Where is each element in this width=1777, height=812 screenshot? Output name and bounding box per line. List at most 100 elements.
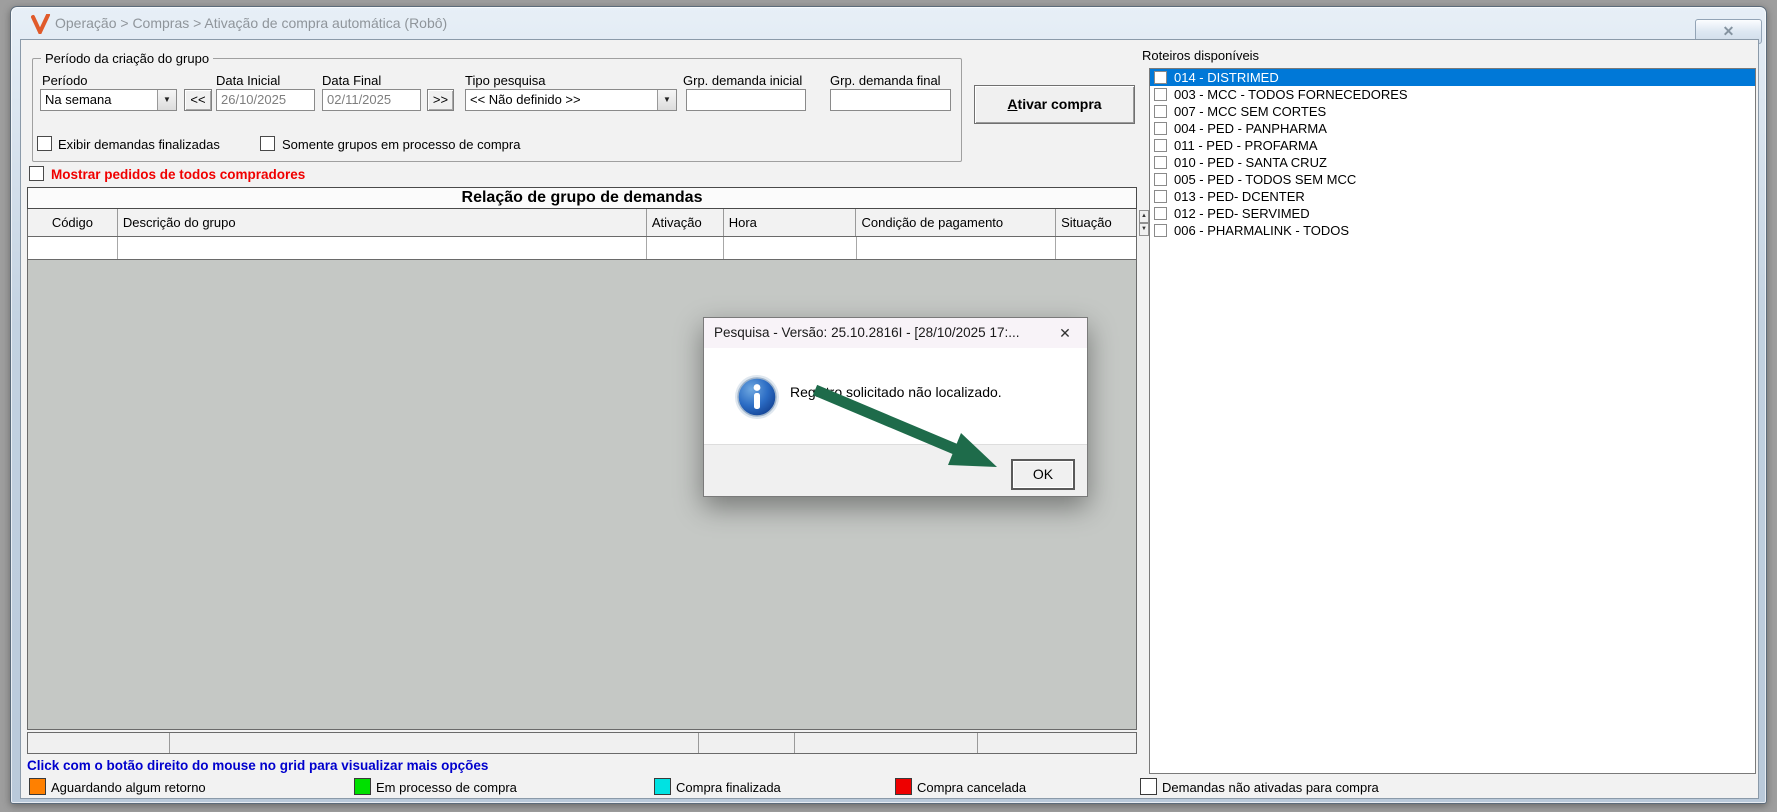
roteiro-item-label: 011 - PED - PROFARMA (1174, 138, 1318, 153)
legend-swatch-orange (29, 778, 46, 795)
close-icon: ✕ (1059, 325, 1071, 341)
roteiro-checkbox[interactable] (1154, 139, 1167, 152)
tipo-pesquisa-value: << Não definido >> (470, 92, 581, 107)
roteiro-item[interactable]: 012 - PED- SERVIMED (1150, 205, 1755, 222)
grid-cell (28, 237, 118, 259)
mostrar-pedidos-checkbox[interactable] (29, 166, 44, 181)
ativar-compra-button[interactable]: Ativar compra (974, 85, 1135, 124)
periodo-value: Na semana (45, 92, 112, 107)
grid-cell (724, 237, 857, 259)
somente-grupos-label: Somente grupos em processo de compra (282, 137, 521, 152)
desktop-background: Operação > Compras > Ativação de compra … (0, 0, 1777, 812)
grid-footer-cell (170, 733, 699, 753)
exibir-demandas-label: Exibir demandas finalizadas (58, 137, 220, 152)
ativar-compra-mnemonic: A (1007, 96, 1018, 112)
roteiro-item[interactable]: 005 - PED - TODOS SEM MCC (1150, 171, 1755, 188)
legend-swatch-cyan (654, 778, 671, 795)
grid-footer-row (27, 732, 1137, 754)
data-final-label: Data Final (322, 73, 382, 88)
roteiro-item[interactable]: 011 - PED - PROFARMA (1150, 137, 1755, 154)
legend-label: Compra finalizada (676, 780, 781, 795)
periodo-label: Período (42, 73, 88, 88)
roteiro-item-label: 005 - PED - TODOS SEM MCC (1174, 172, 1357, 187)
grp-demanda-inicial-field[interactable] (686, 89, 806, 111)
dialog-close-button[interactable]: ✕ (1050, 322, 1080, 344)
roteiro-checkbox[interactable] (1154, 156, 1167, 169)
grid-footer-cell (699, 733, 795, 753)
previous-period-button[interactable]: << (184, 89, 212, 111)
legend-label: Em processo de compra (376, 780, 517, 795)
dialog-body: Registro solicitado não localizado. (704, 348, 1087, 444)
grp-demanda-inicial-label: Grp. demanda inicial (683, 73, 803, 88)
data-inicial-field[interactable]: 26/10/2025 (216, 89, 315, 111)
legend-swatch-red (895, 778, 912, 795)
grid-cell (647, 237, 724, 259)
grid-cell (1056, 237, 1136, 259)
roteiro-item-label: 012 - PED- SERVIMED (1174, 206, 1310, 221)
chevron-down-icon[interactable]: ▼ (657, 90, 676, 110)
dialog-title: Pesquisa - Versão: 25.10.2816I - [28/10/… (714, 325, 1020, 340)
exibir-demandas-checkbox[interactable] (37, 136, 52, 151)
ok-button[interactable]: OK (1011, 459, 1075, 490)
roteiro-item[interactable]: 013 - PED- DCENTER (1150, 188, 1755, 205)
legend-swatch-white (1140, 778, 1157, 795)
roteiro-item-label: 014 - DISTRIMED (1174, 70, 1279, 85)
roteiro-item-label: 010 - PED - SANTA CRUZ (1174, 155, 1327, 170)
grp-demanda-final-field[interactable] (830, 89, 951, 111)
roteiro-item[interactable]: 004 - PED - PANPHARMA (1150, 120, 1755, 137)
grid-scroll-up-icon[interactable]: ▲ (1139, 210, 1149, 223)
grid-footer-cell (28, 733, 170, 753)
dialog-footer: OK (704, 444, 1087, 496)
grp-demanda-final-label: Grp. demanda final (830, 73, 941, 88)
roteiro-checkbox[interactable] (1154, 207, 1167, 220)
roteiro-item-label: 006 - PHARMALINK - TODOS (1174, 223, 1350, 238)
roteiros-listbox[interactable]: 014 - DISTRIMED 003 - MCC - TODOS FORNEC… (1149, 68, 1756, 774)
legend-label: Compra cancelada (917, 780, 1027, 795)
grid-header-row: Código Descrição do grupo Ativação Hora … (27, 209, 1137, 237)
periodo-groupbox: Período da criação do grupo Período Na s… (32, 51, 962, 162)
message-dialog: Pesquisa - Versão: 25.10.2816I - [28/10/… (703, 317, 1088, 497)
next-period-button[interactable]: >> (427, 89, 454, 111)
roteiro-item[interactable]: 014 - DISTRIMED (1150, 69, 1755, 86)
roteiro-checkbox[interactable] (1154, 224, 1167, 237)
info-icon (735, 375, 779, 419)
roteiro-checkbox[interactable] (1154, 105, 1167, 118)
grid-column-codigo: Código (28, 209, 118, 236)
roteiro-checkbox[interactable] (1154, 190, 1167, 203)
roteiro-checkbox[interactable] (1154, 71, 1167, 84)
grid-column-situacao: Situação (1061, 215, 1112, 230)
roteiro-checkbox[interactable] (1154, 122, 1167, 135)
roteiro-item[interactable]: 003 - MCC - TODOS FORNECEDORES (1150, 86, 1755, 103)
mostrar-pedidos-label: Mostrar pedidos de todos compradores (51, 167, 306, 182)
roteiro-item[interactable]: 006 - PHARMALINK - TODOS (1150, 222, 1755, 239)
window-title: Operação > Compras > Ativação de compra … (55, 15, 448, 31)
roteiro-item-label: 007 - MCC SEM CORTES (1174, 104, 1327, 119)
legend-label: Demandas não ativadas para compra (1162, 780, 1379, 795)
legend-swatch-green (354, 778, 371, 795)
data-final-field[interactable]: 02/11/2025 (322, 89, 421, 111)
periodo-select[interactable]: Na semana ▼ (40, 89, 177, 111)
grid-column-condicao: Condição de pagamento (856, 209, 1057, 236)
roteiro-checkbox[interactable] (1154, 88, 1167, 101)
grid-hint-text: Click com o botão direito do mouse no gr… (27, 758, 489, 773)
grid-title: Relação de grupo de demandas (27, 187, 1137, 209)
dialog-titlebar: Pesquisa - Versão: 25.10.2816I - [28/10/… (704, 318, 1087, 348)
roteiro-item-label: 004 - PED - PANPHARMA (1174, 121, 1327, 136)
grid-scroll-down-icon[interactable]: ▼ (1139, 223, 1149, 236)
tipo-pesquisa-select[interactable]: << Não definido >> ▼ (465, 89, 677, 111)
close-icon: ✕ (1722, 23, 1735, 39)
dialog-message: Registro solicitado não localizado. (790, 384, 1002, 400)
somente-grupos-checkbox[interactable] (260, 136, 275, 151)
tipo-pesquisa-label: Tipo pesquisa (465, 73, 546, 88)
roteiro-item[interactable]: 007 - MCC SEM CORTES (1150, 103, 1755, 120)
roteiro-checkbox[interactable] (1154, 173, 1167, 186)
roteiro-item[interactable]: 010 - PED - SANTA CRUZ (1150, 154, 1755, 171)
roteiro-item-label: 013 - PED- DCENTER (1174, 189, 1305, 204)
grid-column-descricao: Descrição do grupo (118, 209, 647, 236)
grid-empty-row (27, 237, 1137, 260)
groupbox-legend: Período da criação do grupo (41, 51, 214, 66)
chevron-down-icon[interactable]: ▼ (157, 90, 176, 110)
grid-column-ativacao: Ativação (647, 209, 724, 236)
grid-cell (857, 237, 1057, 259)
roteiros-label: Roteiros disponíveis (1142, 48, 1260, 63)
